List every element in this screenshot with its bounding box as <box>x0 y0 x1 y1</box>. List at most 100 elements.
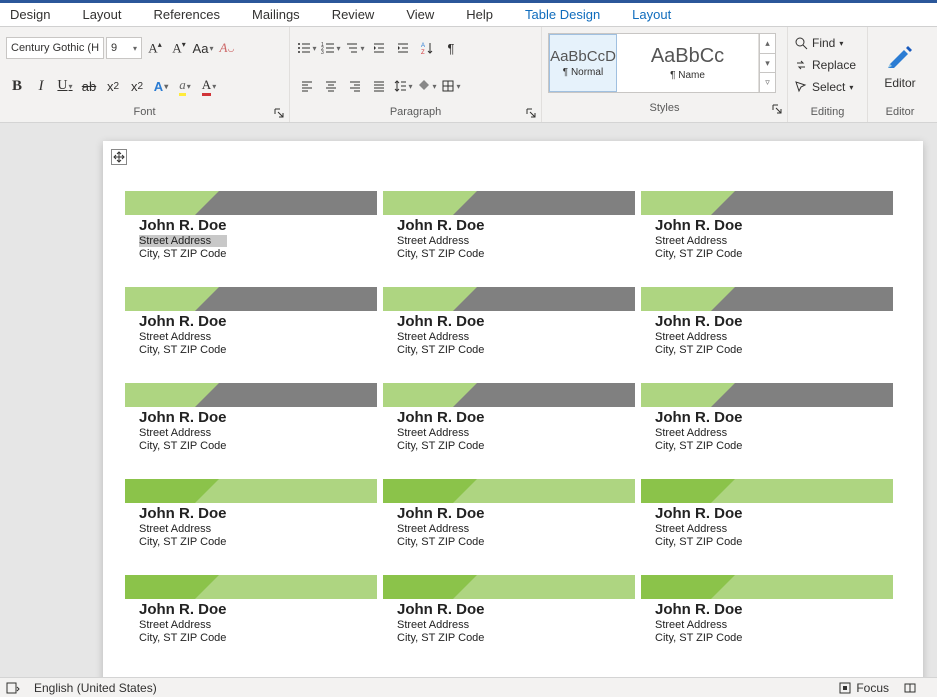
card-name: John R. Doe <box>397 217 485 234</box>
card-street: Street Address <box>655 331 743 343</box>
style-normal[interactable]: AaBbCcD ¶ Normal <box>549 34 617 92</box>
styles-dialog-launcher[interactable] <box>771 103 783 115</box>
select-button[interactable]: Select▾ <box>792 77 863 97</box>
card-name: John R. Doe <box>655 601 743 618</box>
label-card[interactable]: John R. DoeStreet AddressCity, ST ZIP Co… <box>383 575 635 665</box>
shading-button[interactable]: ▾ <box>416 75 438 97</box>
document-area: John R. DoeStreet AddressCity, ST ZIP Co… <box>0 123 937 677</box>
label-card[interactable]: John R. DoeStreet AddressCity, ST ZIP Co… <box>125 191 377 281</box>
label-card[interactable]: John R. DoeStreet AddressCity, ST ZIP Co… <box>641 191 893 281</box>
group-styles: AaBbCcD ¶ Normal AaBbCc ¶ Name ▴ ▾ ▿ Sty… <box>542 27 788 122</box>
ribbon: Century Gothic (H▾ 9▾ A▴ A▾ Aa▾ A◡ B I U… <box>0 27 937 123</box>
svg-text:3: 3 <box>321 50 324 55</box>
font-color-button[interactable]: A▾ <box>198 75 220 97</box>
font-name-combo[interactable]: Century Gothic (H▾ <box>6 37 104 59</box>
tab-table-layout[interactable]: Layout <box>632 7 671 22</box>
line-spacing-button[interactable]: ▾ <box>392 75 414 97</box>
paragraph-dialog-launcher[interactable] <box>525 107 537 119</box>
tab-view[interactable]: View <box>406 7 434 22</box>
text-effects-button[interactable]: A▾ <box>150 75 172 97</box>
font-dialog-launcher[interactable] <box>273 107 285 119</box>
page[interactable]: John R. DoeStreet AddressCity, ST ZIP Co… <box>103 141 923 677</box>
styles-scroll-down[interactable]: ▾ <box>760 54 775 74</box>
tab-layout[interactable]: Layout <box>82 7 121 22</box>
increase-indent-button[interactable] <box>392 37 414 59</box>
styles-group-label: Styles <box>650 102 680 114</box>
multilevel-list-button[interactable]: ▾ <box>344 37 366 59</box>
status-spellcheck[interactable] <box>6 681 20 695</box>
editor-icon <box>884 40 916 72</box>
show-marks-button[interactable]: ¶ <box>440 37 462 59</box>
strikethrough-button[interactable]: ab <box>78 75 100 97</box>
align-center-button[interactable] <box>320 75 342 97</box>
status-language[interactable]: English (United States) <box>34 681 157 695</box>
card-city: City, ST ZIP Code <box>397 248 485 260</box>
replace-button[interactable]: Replace <box>792 55 863 75</box>
card-city: City, ST ZIP Code <box>139 440 227 452</box>
label-card[interactable]: John R. DoeStreet AddressCity, ST ZIP Co… <box>125 575 377 665</box>
card-name: John R. Doe <box>397 409 485 426</box>
justify-button[interactable] <box>368 75 390 97</box>
ribbon-tabs: Design Layout References Mailings Review… <box>0 3 937 27</box>
card-city: City, ST ZIP Code <box>139 536 227 548</box>
borders-button[interactable]: ▾ <box>440 75 462 97</box>
tab-references[interactable]: References <box>154 7 220 22</box>
card-name: John R. Doe <box>655 505 743 522</box>
editor-group-label: Editor <box>868 103 932 121</box>
find-button[interactable]: Find▾ <box>792 33 863 53</box>
numbering-button[interactable]: 123▾ <box>320 37 342 59</box>
highlight-button[interactable]: a▾ <box>174 75 196 97</box>
tab-design[interactable]: Design <box>10 7 50 22</box>
style-name[interactable]: AaBbCc ¶ Name <box>617 34 759 92</box>
shrink-font-button[interactable]: A▾ <box>168 37 190 59</box>
underline-button[interactable]: U▾ <box>54 75 76 97</box>
italic-button[interactable]: I <box>30 75 52 97</box>
bullets-button[interactable]: ▾ <box>296 37 318 59</box>
label-card[interactable]: John R. DoeStreet AddressCity, ST ZIP Co… <box>383 287 635 377</box>
label-card[interactable]: John R. DoeStreet AddressCity, ST ZIP Co… <box>641 383 893 473</box>
group-editing: Find▾ Replace Select▾ Editing <box>788 27 868 122</box>
label-card[interactable]: John R. DoeStreet AddressCity, ST ZIP Co… <box>383 383 635 473</box>
subscript-button[interactable]: x2 <box>102 75 124 97</box>
card-street: Street Address <box>397 235 485 247</box>
label-card[interactable]: John R. DoeStreet AddressCity, ST ZIP Co… <box>641 479 893 569</box>
card-street: Street Address <box>139 523 227 535</box>
bold-button[interactable]: B <box>6 75 28 97</box>
styles-scroll-up[interactable]: ▴ <box>760 34 775 54</box>
tab-help[interactable]: Help <box>466 7 493 22</box>
label-card[interactable]: John R. DoeStreet AddressCity, ST ZIP Co… <box>641 575 893 665</box>
editor-button-label: Editor <box>884 76 915 90</box>
card-street: Street Address <box>139 427 227 439</box>
card-street: Street Address <box>139 331 227 343</box>
label-card[interactable]: John R. DoeStreet AddressCity, ST ZIP Co… <box>125 383 377 473</box>
editor-button[interactable]: Editor <box>868 27 932 103</box>
paragraph-group-label: Paragraph <box>390 106 441 118</box>
card-city: City, ST ZIP Code <box>655 536 743 548</box>
status-focus[interactable]: Focus <box>838 681 889 695</box>
tab-table-design[interactable]: Table Design <box>525 7 600 22</box>
label-card[interactable]: John R. DoeStreet AddressCity, ST ZIP Co… <box>125 287 377 377</box>
tab-review[interactable]: Review <box>332 7 375 22</box>
card-city: City, ST ZIP Code <box>655 344 743 356</box>
card-street: Street Address <box>397 619 485 631</box>
label-card[interactable]: John R. DoeStreet AddressCity, ST ZIP Co… <box>125 479 377 569</box>
tab-mailings[interactable]: Mailings <box>252 7 300 22</box>
decrease-indent-button[interactable] <box>368 37 390 59</box>
label-card[interactable]: John R. DoeStreet AddressCity, ST ZIP Co… <box>641 287 893 377</box>
grow-font-button[interactable]: A▴ <box>144 37 166 59</box>
label-card[interactable]: John R. DoeStreet AddressCity, ST ZIP Co… <box>383 479 635 569</box>
sort-button[interactable]: AZ <box>416 37 438 59</box>
status-read-mode[interactable] <box>903 681 917 695</box>
svg-text:A: A <box>421 43 425 49</box>
styles-expand[interactable]: ▿ <box>760 73 775 92</box>
label-card[interactable]: John R. DoeStreet AddressCity, ST ZIP Co… <box>383 191 635 281</box>
table-move-handle[interactable] <box>111 149 127 165</box>
font-size-combo[interactable]: 9▾ <box>106 37 142 59</box>
align-left-button[interactable] <box>296 75 318 97</box>
change-case-button[interactable]: Aa▾ <box>192 37 214 59</box>
card-name: John R. Doe <box>397 313 485 330</box>
clear-formatting-button[interactable]: A◡ <box>216 37 238 59</box>
superscript-button[interactable]: x2 <box>126 75 148 97</box>
style-normal-preview: AaBbCcD <box>550 48 616 65</box>
align-right-button[interactable] <box>344 75 366 97</box>
